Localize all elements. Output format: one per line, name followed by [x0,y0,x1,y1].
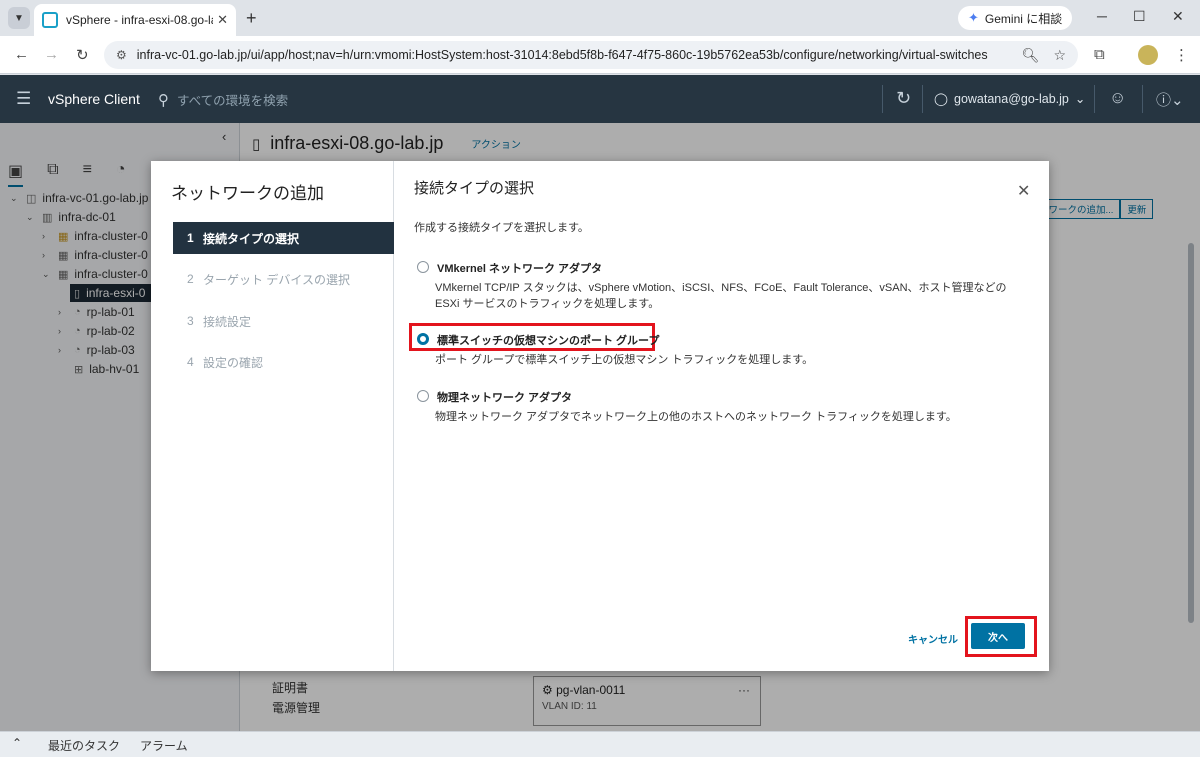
wizard-step-4: 4 設定の確認 [187,355,264,370]
option-label: 標準スイッチの仮想マシンのポート グループ [437,335,660,347]
browser-toolbar: ← → ↻ ⚙ infra-vc-01.go-lab.jp/ui/app/hos… [0,36,1200,74]
tab-search-button[interactable]: ▼ [8,7,30,29]
option-description: ポート グループで標準スイッチ上の仮想マシン トラフィックを処理します。 [435,354,814,366]
radio-vmkernel[interactable] [417,261,429,273]
url-text: infra-vc-01.go-lab.jp/ui/app/host;nav=h/… [136,48,988,62]
header-divider [1142,85,1143,113]
browser-tab-bar: ▼ vSphere - infra-esxi-08.go-lab.jp ✕ + … [0,0,1200,36]
close-icon[interactable]: ✕ [1017,181,1030,201]
header-divider [1094,85,1095,113]
wizard-steps: ネットワークの追加 1 接続タイプの選択 2 ターゲット デバイスの選択 3 接続設定… [151,161,394,671]
gemini-spark-icon: ✦ [968,10,979,25]
address-bar[interactable]: ⚙ infra-vc-01.go-lab.jp/ui/app/host;nav=… [104,41,1078,69]
chevron-down-icon: ⌄ [1074,92,1086,106]
header-divider [922,85,923,113]
tab-close-icon[interactable]: ✕ [217,12,228,28]
option-description: VMkernel TCP/IP スタックは、vSphere vMotion、iS… [435,282,1007,310]
tab-alarms[interactable]: アラーム [140,737,188,754]
option-label: VMkernel ネットワーク アダプタ [437,263,603,275]
wizard-step-2: 2 ターゲット デバイスの選択 [187,272,350,287]
new-tab-button[interactable]: + [246,8,257,29]
wizard-content: 接続タイプの選択 ✕ 作成する接続タイプを選択します。 VMkernel ネット… [395,161,1049,671]
hamburger-menu-icon[interactable]: ☰ [16,89,31,109]
window-close-icon[interactable]: ✕ [1172,8,1184,25]
maximize-icon[interactable]: ☐ [1133,8,1146,25]
site-info-icon[interactable]: ⚙ [116,48,127,62]
option-label: 物理ネットワーク アダプタ [437,392,573,404]
feedback-smile-icon[interactable]: ☺ [1109,88,1126,108]
gemini-button[interactable]: ✦ Gemini に相談 [958,6,1073,30]
expand-panel-icon[interactable]: ⌃ [12,736,22,750]
extensions-icon[interactable]: ⧉ [1094,46,1105,63]
wizard-step-1[interactable]: 1 接続タイプの選択 [173,222,394,254]
back-icon[interactable]: ← [14,46,29,63]
radio-physical-adapter[interactable] [417,390,429,402]
add-network-dialog: ネットワークの追加 1 接続タイプの選択 2 ターゲット デバイスの選択 3 接続設定… [151,161,1049,671]
task-panel: ⌃ 最近のタスク アラーム [0,731,1200,757]
wizard-step-3: 3 接続設定 [187,314,252,329]
vsphere-favicon-icon [42,12,58,28]
tab-recent-tasks[interactable]: 最近のタスク [48,737,120,757]
step-instruction: 作成する接続タイプを選択します。 [414,222,589,234]
user-name: gowatana@go-lab.jp [954,91,1069,106]
option-description: 物理ネットワーク アダプタでネットワーク上の他のホストへのネットワーク トラフィ… [435,411,957,423]
reload-icon[interactable]: ↻ [76,46,89,64]
dialog-title: ネットワークの追加 [171,184,324,203]
browser-tab[interactable]: vSphere - infra-esxi-08.go-lab.jp ✕ [34,4,236,36]
zoom-icon[interactable]: 🔍︎ [1022,47,1040,64]
next-button[interactable]: 次へ [971,623,1025,649]
browser-profile-avatar[interactable] [1138,45,1158,65]
browser-menu-icon[interactable]: ⋮ [1174,46,1189,64]
user-icon: ◯ [934,92,948,106]
header-divider [882,85,883,113]
global-search[interactable]: ⚲ すべての環境を検索 [158,90,288,109]
vsphere-header: ☰ vSphere Client ⚲ すべての環境を検索 ↻ ◯ gowatan… [0,75,1200,123]
vsphere-brand: vSphere Client [48,91,140,107]
search-placeholder: すべての環境を検索 [177,94,289,108]
minimize-icon[interactable]: ─ [1097,8,1107,24]
search-icon: ⚲ [158,91,169,109]
user-menu[interactable]: ◯ gowatana@go-lab.jp ⌄ [934,91,1086,107]
radio-vm-port-group[interactable] [417,333,429,345]
gemini-label: Gemini に相談 [984,11,1063,26]
tab-title: vSphere - infra-esxi-08.go-lab.jp [66,13,213,27]
help-icon[interactable]: ⓘ⌄ [1156,89,1184,110]
refresh-icon[interactable]: ↻ [896,88,911,109]
forward-icon[interactable]: → [44,46,59,63]
bookmark-star-icon[interactable]: ☆ [1053,47,1066,64]
cancel-button[interactable]: キャンセル [908,631,958,646]
step-title: 接続タイプの選択 [414,180,535,197]
